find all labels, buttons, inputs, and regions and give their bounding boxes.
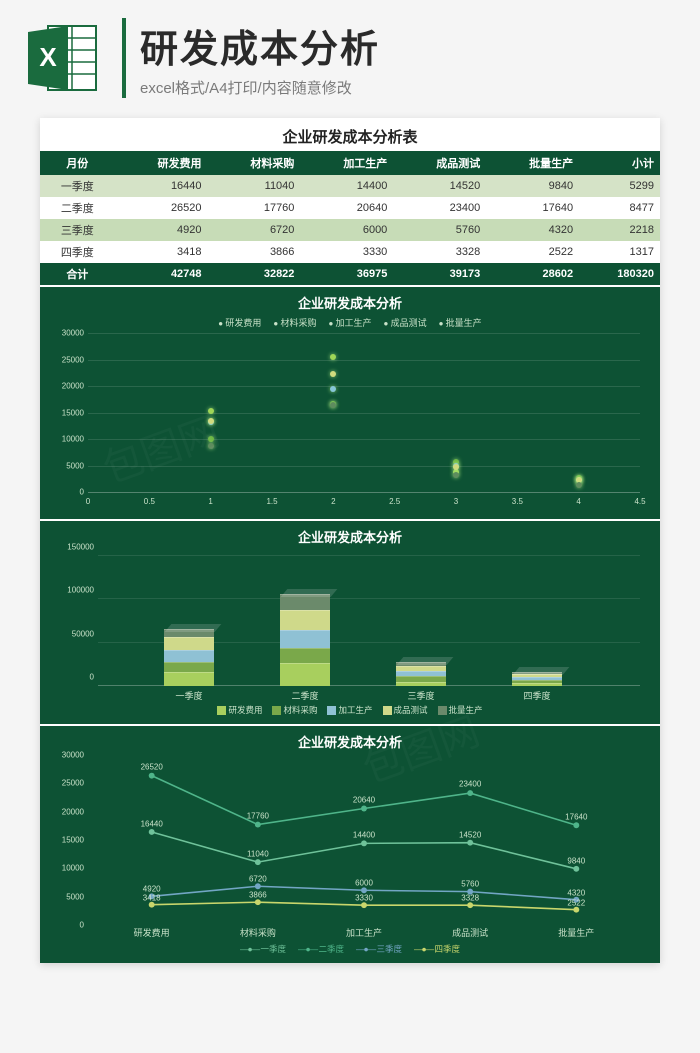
svg-text:X: X [39,42,57,72]
sheet-title: 企业研发成本分析表 [40,118,660,151]
scatter-plot: 05000100001500020000250003000000.511.522… [88,333,640,493]
page-subtitle: excel格式/A4打印/内容随意修改 [140,77,676,98]
excel-sheet: 企业研发成本分析表 月份研发费用材料采购加工生产成品测试批量生产小计 一季度16… [40,118,660,963]
col-header: 材料采购 [208,151,301,175]
data-table: 月份研发费用材料采购加工生产成品测试批量生产小计 一季度164401104014… [40,151,660,285]
table-row: 二季度26520177602064023400176408477 [40,197,660,219]
col-header: 加工生产 [300,151,393,175]
col-header: 月份 [40,151,115,175]
scatter-title: 企业研发成本分析 [52,293,648,312]
line-legend: 一季度二季度三季度四季度 [52,943,648,955]
bar-title: 企业研发成本分析 [52,527,648,546]
col-header: 成品测试 [393,151,486,175]
line-title: 企业研发成本分析 [52,732,648,751]
bar-chart-panel: 企业研发成本分析 050000100000150000一季度二季度三季度四季度 … [40,521,660,724]
line-plot: 050001000015000200002500030000研发费用材料采购加工… [88,755,640,925]
excel-icon: X [24,18,104,98]
banner-header: X 研发成本分析 excel格式/A4打印/内容随意修改 [0,0,700,108]
bar-legend: 研发费用材料采购加工生产成品测试批量生产 [52,704,648,716]
page-title: 研发成本分析 [140,18,676,73]
table-row: 一季度1644011040144001452098405299 [40,175,660,197]
table-row: 四季度341838663330332825221317 [40,241,660,263]
table-row: 三季度492067206000576043202218 [40,219,660,241]
col-header: 批量生产 [486,151,579,175]
line-chart-panel: 企业研发成本分析 050001000015000200002500030000研… [40,726,660,963]
scatter-legend: 研发费用材料采购加工生产成品测试批量生产 [52,316,648,329]
col-header: 研发费用 [115,151,208,175]
scatter-chart-panel: 企业研发成本分析 研发费用材料采购加工生产成品测试批量生产 0500010000… [40,287,660,519]
table-total-row: 合计4274832822369753917328602180320 [40,263,660,285]
table-header-row: 月份研发费用材料采购加工生产成品测试批量生产小计 [40,151,660,175]
table-body: 一季度1644011040144001452098405299二季度265201… [40,175,660,285]
bar-plot: 050000100000150000一季度二季度三季度四季度 [98,550,640,700]
col-header: 小计 [579,151,660,175]
